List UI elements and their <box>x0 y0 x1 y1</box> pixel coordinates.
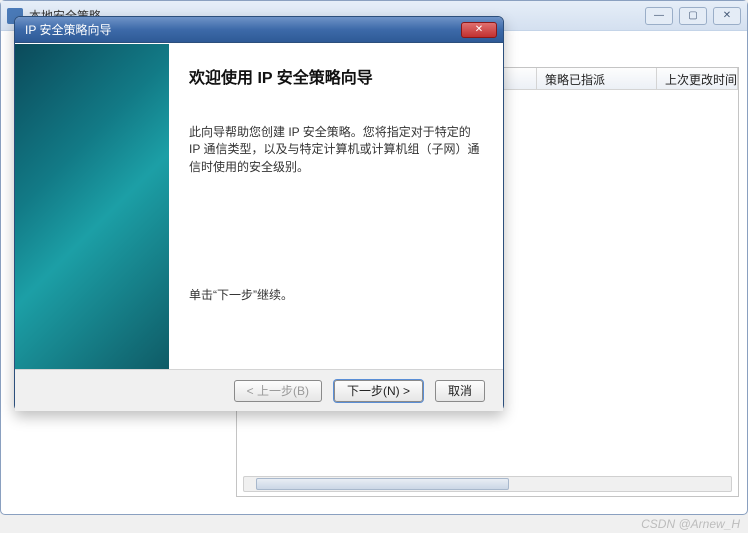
wizard-heading: 欢迎使用 IP 安全策略向导 <box>189 64 481 88</box>
wizard-title-bar: IP 安全策略向导 ✕ <box>15 17 503 43</box>
cancel-button[interactable]: 取消 <box>435 380 485 402</box>
maximize-button[interactable]: ▢ <box>679 7 707 25</box>
wizard-content: 欢迎使用 IP 安全策略向导 此向导帮助您创建 IP 安全策略。您将指定对于特定… <box>169 44 503 369</box>
minimize-button[interactable]: — <box>645 7 673 25</box>
wizard-body: 欢迎使用 IP 安全策略向导 此向导帮助您创建 IP 安全策略。您将指定对于特定… <box>15 43 503 369</box>
horizontal-scrollbar[interactable] <box>243 476 732 492</box>
column-header-last-changed[interactable]: 上次更改时间 <box>657 68 738 89</box>
next-button[interactable]: 下一步(N) > <box>334 380 423 402</box>
wizard-title: IP 安全策略向导 <box>25 21 111 38</box>
column-header-assigned[interactable]: 策略已指派 <box>537 68 657 89</box>
wizard-footer: < 上一步(B) 下一步(N) > 取消 <box>15 369 503 411</box>
wizard-side-graphic <box>15 44 169 369</box>
close-button[interactable]: ✕ <box>713 7 741 25</box>
wizard-continue-hint: 单击“下一步”继续。 <box>189 286 481 303</box>
wizard-description: 此向导帮助您创建 IP 安全策略。您将指定对于特定的 IP 通信类型，以及与特定… <box>189 124 481 176</box>
wizard-close-button[interactable]: ✕ <box>461 22 497 38</box>
close-icon: ✕ <box>475 24 483 35</box>
watermark: CSDN @Arnew_H <box>641 517 740 531</box>
scrollbar-thumb[interactable] <box>256 478 509 490</box>
back-button: < 上一步(B) <box>234 380 322 402</box>
wizard-dialog: IP 安全策略向导 ✕ 欢迎使用 IP 安全策略向导 此向导帮助您创建 IP 安… <box>14 16 504 411</box>
window-controls: — ▢ ✕ <box>645 7 741 25</box>
